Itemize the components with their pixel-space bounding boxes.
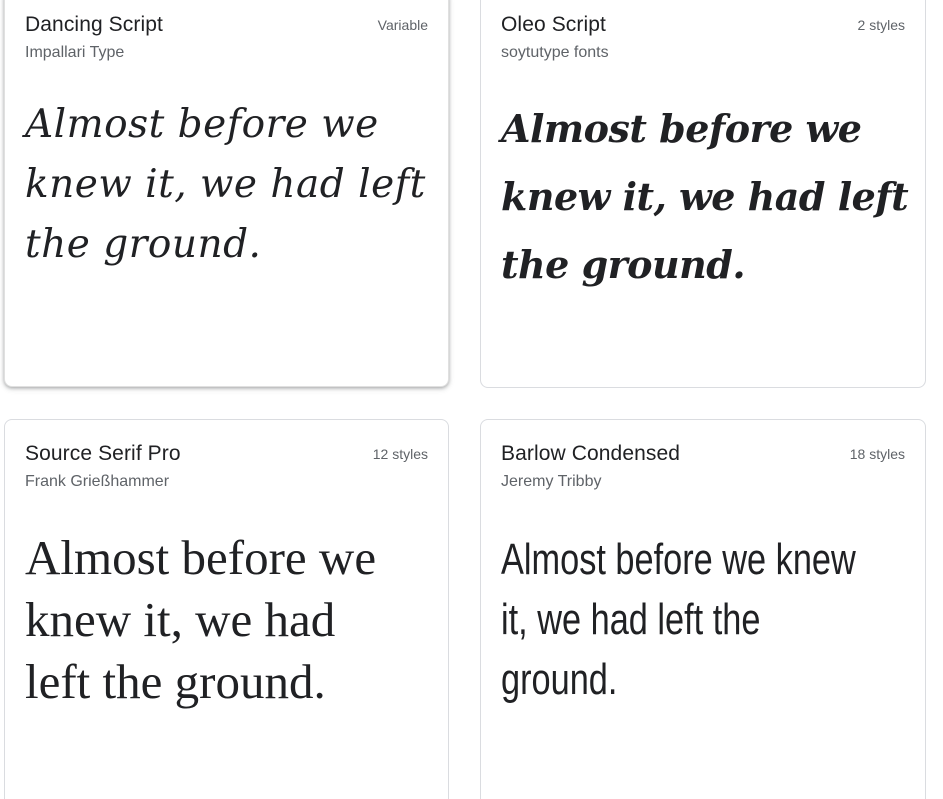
sample-line: knew it, we had — [25, 592, 336, 647]
sample-line: it, we had left the — [501, 595, 761, 644]
sample-line: knew it, we had left — [501, 174, 909, 219]
font-sample-text: Almost before we knew it, we had left th… — [501, 95, 909, 299]
font-author: soytutype fonts — [501, 44, 609, 61]
font-card-header: Source Serif Pro Frank Grießhammer 12 st… — [25, 442, 428, 492]
font-card-dancing-script[interactable]: Dancing Script Impallari Type Variable A… — [4, 0, 449, 387]
sample-line: Almost before we — [25, 102, 379, 147]
font-name[interactable]: Source Serif Pro — [25, 442, 181, 466]
sample-line: the ground. — [501, 242, 746, 287]
font-card-oleo-script[interactable]: Oleo Script soytutype fonts 2 styles Alm… — [480, 0, 926, 388]
font-styles-count: 12 styles — [372, 446, 428, 462]
font-card-barlow-condensed[interactable]: Barlow Condensed Jeremy Tribby 18 styles… — [480, 419, 926, 799]
font-styles-count: Variable — [377, 17, 428, 33]
font-sample-text: Almost before we knew it, we had left th… — [501, 530, 907, 710]
font-sample-text: Almost before we knew it, we had left th… — [25, 95, 432, 275]
sample-line: ground. — [501, 655, 618, 704]
font-name[interactable]: Dancing Script — [25, 13, 163, 37]
sample-line: Almost before we — [25, 530, 377, 585]
font-card-header: Oleo Script soytutype fonts 2 styles — [501, 13, 905, 63]
sample-line: Almost before we knew — [501, 535, 856, 584]
font-name[interactable]: Barlow Condensed — [501, 442, 680, 466]
font-card-grid: Dancing Script Impallari Type Variable A… — [0, 0, 943, 799]
font-author: Frank Grießhammer — [25, 473, 170, 490]
font-card-header: Dancing Script Impallari Type Variable — [25, 13, 428, 63]
font-sample-text: Almost before we knew it, we had left th… — [25, 527, 432, 713]
sample-line: the ground. — [25, 222, 262, 267]
font-card-source-serif-pro[interactable]: Source Serif Pro Frank Grießhammer 12 st… — [4, 419, 449, 799]
font-styles-count: 18 styles — [849, 446, 905, 462]
font-author: Impallari Type — [25, 44, 125, 61]
sample-line: left the ground. — [25, 654, 326, 709]
sample-line: knew it, we had left — [25, 162, 426, 207]
font-name[interactable]: Oleo Script — [501, 13, 606, 37]
font-author: Jeremy Tribby — [501, 473, 602, 490]
sample-line: Almost before we — [501, 106, 862, 151]
font-styles-count: 2 styles — [857, 17, 905, 33]
font-card-header: Barlow Condensed Jeremy Tribby 18 styles — [501, 442, 905, 492]
